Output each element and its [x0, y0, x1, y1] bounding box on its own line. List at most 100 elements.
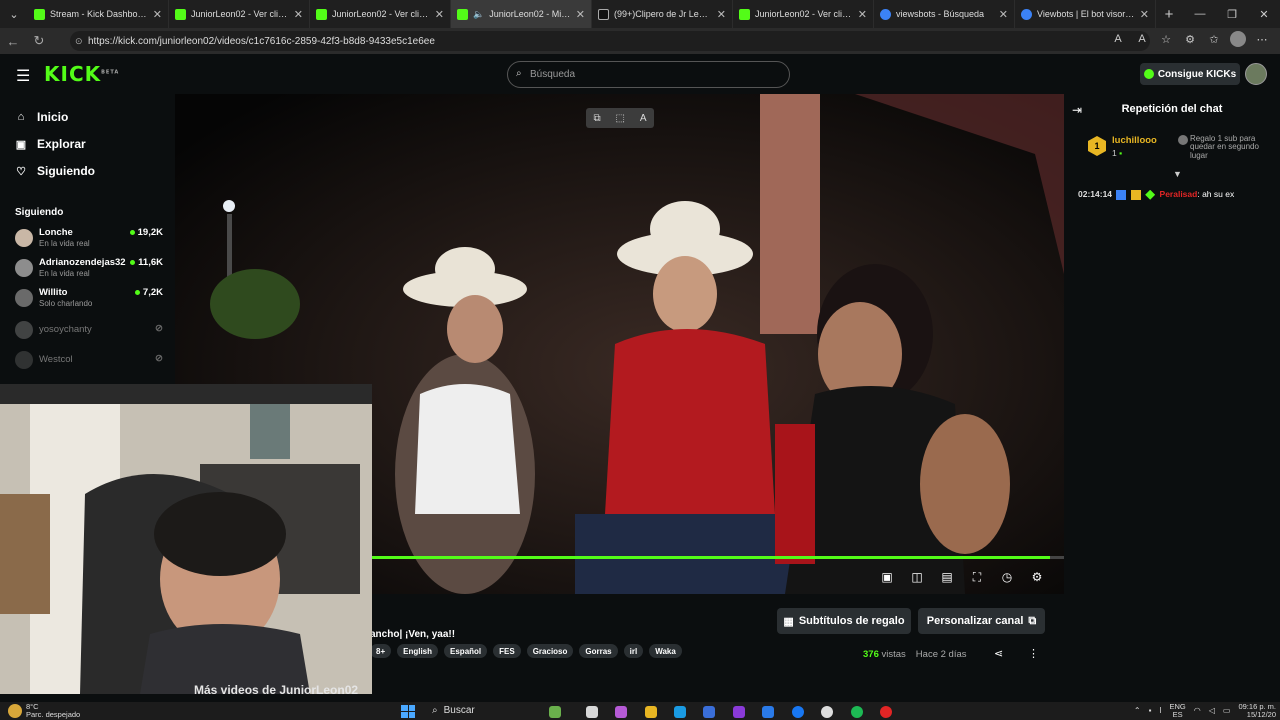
browser-tab-strip: ⌄ Stream - Kick Dashboard ✕ JuniorLeon02 …	[0, 0, 1280, 28]
copilot-icon[interactable]	[615, 706, 627, 718]
menu-icon[interactable]: ☰	[16, 66, 30, 86]
browser-tab[interactable]: JuniorLeon02 - Ver clips en K✕	[169, 0, 310, 28]
mail-icon[interactable]	[762, 706, 774, 718]
channel-item[interactable]: Willito Solo charlando 7,2K	[15, 287, 165, 315]
windows-start-icon[interactable]	[401, 705, 415, 718]
wifi-icon[interactable]: ◠	[1194, 706, 1201, 715]
back-icon[interactable]: ←	[0, 34, 26, 49]
profile-avatar[interactable]	[1230, 31, 1246, 47]
clock[interactable]: 09:16 p. m. 15/12/20	[1238, 703, 1276, 719]
tray-overflow-icon[interactable]: ⌃	[1134, 706, 1141, 715]
video-progress-bar[interactable]	[372, 556, 1064, 559]
minimize-icon[interactable]: —	[1184, 0, 1216, 28]
edge-icon[interactable]	[674, 706, 686, 718]
browser-tab[interactable]: viewsbots - Búsqueda ✕	[874, 0, 1015, 28]
close-tab-icon[interactable]: ✕	[999, 8, 1008, 21]
tag-chip[interactable]: FES	[493, 644, 521, 658]
sidebar-item-home[interactable]: ⌂ Inicio	[15, 110, 69, 124]
playback-speed-icon[interactable]: ◷	[1000, 570, 1014, 585]
channel-item[interactable]: yosoychanty ⊘	[15, 319, 165, 347]
browser-tab[interactable]: (99+)Clipero de Jr Leon (@cl✕	[592, 0, 733, 28]
browser-tab-active[interactable]: 🔈JuniorLeon02 - Mira el V✕	[451, 0, 592, 28]
maximize-icon[interactable]: ❐	[1216, 0, 1248, 28]
user-avatar[interactable]	[1245, 63, 1267, 85]
translate-video-icon[interactable]: A	[640, 113, 647, 124]
tag-chip[interactable]: Español	[444, 644, 488, 658]
gift-count: 1 ▪	[1112, 148, 1123, 158]
channel-item[interactable]: Adrianozendejas32 En la vida real 11,6K	[15, 257, 165, 285]
get-kicks-button[interactable]: Consigue KICKs	[1140, 63, 1240, 85]
channel-item[interactable]: Lonche En la vida real 19,2K	[15, 227, 165, 255]
more-menu-icon[interactable]: ⋯	[1254, 33, 1270, 46]
browser-tab[interactable]: Stream - Kick Dashboard ✕	[28, 0, 169, 28]
favorite-star-icon[interactable]: ☆	[1158, 33, 1174, 46]
visual-search-icon[interactable]: ⬚	[616, 113, 625, 124]
spotify-icon[interactable]	[851, 706, 863, 718]
settings-gear-icon[interactable]: ⚙	[1030, 570, 1044, 585]
clip-icon[interactable]: ◫	[910, 570, 924, 585]
taskbar-app-icon[interactable]	[821, 706, 833, 718]
close-window-icon[interactable]: ✕	[1248, 0, 1280, 28]
channel-item[interactable]: Westcol ⊘	[15, 349, 165, 377]
rank-badge-icon: 1	[1088, 136, 1106, 156]
address-bar: ← ↻ ⊙ https://kick.com/juniorleon02/vide…	[0, 28, 1280, 54]
gift-subs-button[interactable]: ▦ Subtítulos de regalo	[777, 608, 911, 634]
sidebar-item-following[interactable]: ♡ Siguiendo	[15, 164, 95, 178]
browser-tab[interactable]: JuniorLeon02 - Ver clips en K✕	[310, 0, 451, 28]
video-meta: 376 vistas Hace 2 días	[863, 649, 967, 660]
speaker-icon[interactable]: 🔈	[473, 9, 484, 20]
weather-widget[interactable]: 8°C Parc. despejado	[8, 702, 80, 720]
more-options-icon[interactable]: ⋮	[1028, 647, 1039, 660]
close-tab-icon[interactable]: ✕	[576, 8, 585, 21]
close-tab-icon[interactable]: ✕	[153, 8, 162, 21]
taskbar-app-icon[interactable]	[549, 706, 561, 718]
new-tab-button[interactable]: +	[1156, 6, 1182, 23]
tray-app-icon[interactable]: ▪	[1149, 706, 1152, 715]
browser-tab[interactable]: JuniorLeon02 - Ver clips en K✕	[733, 0, 874, 28]
customize-channel-button[interactable]: Personalizar canal ⧉	[918, 608, 1045, 634]
picture-in-picture-icon[interactable]: ⧉	[593, 113, 600, 124]
theater-mode-icon[interactable]: ▤	[940, 570, 954, 585]
kick-logo[interactable]: KICKBETA	[44, 62, 119, 86]
tab-list-icon[interactable]: ⌄	[0, 0, 28, 28]
miniplayer-icon[interactable]: ▣	[880, 570, 894, 585]
tag-chip[interactable]: Waka	[649, 644, 682, 658]
favorites-icon[interactable]: ✩	[1206, 33, 1222, 46]
external-link-icon: ⧉	[1028, 614, 1037, 627]
taskbar-app-icon[interactable]	[880, 706, 892, 718]
extensions-icon[interactable]: ⚙	[1182, 33, 1198, 46]
translate-icon[interactable]: A	[1110, 33, 1126, 45]
taskbar-app-icon[interactable]	[733, 706, 745, 718]
tag-chip[interactable]: irl	[623, 644, 644, 658]
volume-icon[interactable]: ◁	[1209, 706, 1215, 715]
tag-chip[interactable]: English	[397, 644, 439, 658]
close-tab-icon[interactable]: ✕	[717, 8, 726, 21]
refresh-icon[interactable]: ↻	[26, 33, 52, 49]
file-explorer-icon[interactable]	[645, 706, 657, 718]
tag-chip[interactable]: Gorras	[579, 644, 618, 658]
close-tab-icon[interactable]: ✕	[1140, 8, 1149, 21]
search-input[interactable]: ⌕ Búsqueda	[507, 61, 790, 88]
read-aloud-icon[interactable]: A	[1134, 33, 1150, 45]
store-icon[interactable]	[703, 706, 715, 718]
fullscreen-icon[interactable]: ⛶	[970, 570, 984, 585]
chat-filter-icon[interactable]: ▼	[1173, 169, 1182, 179]
language-indicator[interactable]: ENG ES	[1170, 703, 1186, 718]
sidebar-item-explore[interactable]: ▣ Explorar	[15, 137, 86, 151]
gift-username[interactable]: luchillooo	[1112, 135, 1157, 146]
close-tab-icon[interactable]: ✕	[294, 8, 303, 21]
sidebar: ⌂ Inicio ▣ Explorar ♡ Siguiendo Siguiendo L…	[0, 94, 175, 384]
close-tab-icon[interactable]: ✕	[858, 8, 867, 21]
browser-tab[interactable]: Viewbots | El bot visor #1 de✕	[1015, 0, 1156, 28]
share-icon[interactable]: ⋖	[994, 647, 1003, 660]
tag-chip[interactable]: Gracioso	[526, 644, 574, 658]
microphone-icon[interactable]: ǀ	[1159, 706, 1161, 715]
task-view-icon[interactable]	[586, 706, 598, 718]
taskbar-search[interactable]: ⌕ Buscar	[432, 705, 475, 716]
tag-chip[interactable]: 8+	[370, 644, 392, 658]
close-tab-icon[interactable]: ✕	[435, 8, 444, 21]
battery-icon[interactable]: ▭	[1223, 706, 1231, 715]
site-info-icon[interactable]: ⊙	[75, 36, 83, 47]
url-field[interactable]: ⊙ https://kick.com/juniorleon02/videos/c…	[70, 31, 1150, 51]
facebook-icon[interactable]	[792, 706, 804, 718]
